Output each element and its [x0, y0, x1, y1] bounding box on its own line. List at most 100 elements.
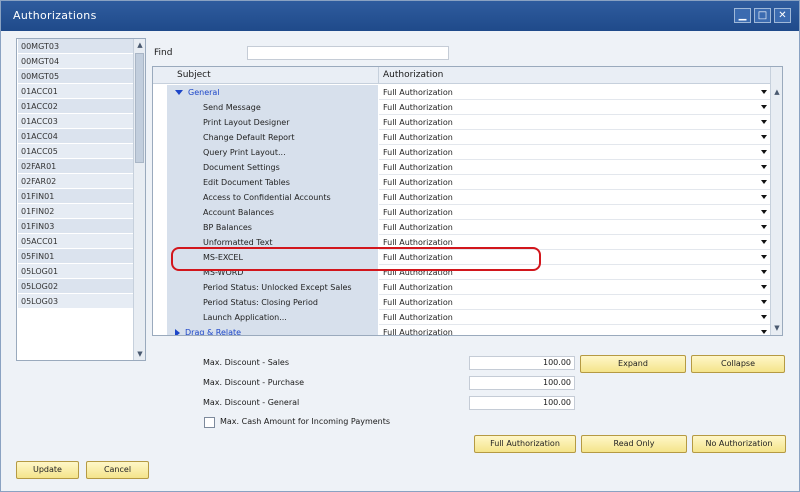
- user-list-item[interactable]: 02FAR01: [18, 159, 134, 174]
- scroll-down-icon[interactable]: ▼: [134, 348, 145, 360]
- max-cash-checkbox[interactable]: [204, 417, 215, 428]
- authorization-dropdown[interactable]: Full Authorization: [379, 325, 770, 336]
- user-list-item[interactable]: 05LOG03: [18, 294, 134, 309]
- authorization-value: Full Authorization: [383, 208, 453, 217]
- grid-row[interactable]: Launch Application... Full Authorization: [153, 310, 771, 325]
- subject-text: Query Print Layout...: [203, 148, 286, 157]
- grid-scrollbar[interactable]: ▲ ▼: [770, 67, 782, 335]
- user-list-item[interactable]: 01FIN01: [18, 189, 134, 204]
- dropdown-arrow-icon[interactable]: [761, 225, 767, 229]
- user-list-item[interactable]: 01ACC04: [18, 129, 134, 144]
- dropdown-arrow-icon[interactable]: [761, 255, 767, 259]
- user-list-item[interactable]: 00MGT04: [18, 54, 134, 69]
- dropdown-arrow-icon[interactable]: [761, 270, 767, 274]
- grid-row[interactable]: Account Balances Full Authorization: [153, 205, 771, 220]
- user-list-item[interactable]: 05LOG02: [18, 279, 134, 294]
- dropdown-arrow-icon[interactable]: [761, 240, 767, 244]
- dropdown-arrow-icon[interactable]: [761, 195, 767, 199]
- grid-row[interactable]: Query Print Layout... Full Authorization: [153, 145, 771, 160]
- update-button[interactable]: Update: [16, 461, 79, 479]
- dropdown-arrow-icon[interactable]: [761, 135, 767, 139]
- grid-row[interactable]: Period Status: Unlocked Except Sales Full…: [153, 280, 771, 295]
- user-list-item[interactable]: 01FIN03: [18, 219, 134, 234]
- user-list-item[interactable]: 00MGT03: [18, 39, 134, 54]
- grid-row[interactable]: Print Layout Designer Full Authorization: [153, 115, 771, 130]
- max-discount-general-field[interactable]: 100.00: [469, 396, 575, 410]
- authorization-value: Full Authorization: [383, 328, 453, 336]
- cancel-button[interactable]: Cancel: [86, 461, 149, 479]
- expand-button[interactable]: Expand: [580, 355, 686, 373]
- user-list-scrollbar[interactable]: ▲ ▼: [133, 39, 145, 360]
- authorization-dropdown[interactable]: Full Authorization: [379, 295, 770, 310]
- user-list[interactable]: 00MGT03 00MGT04 00MGT05 01ACC01 01ACC02 01ACC…: [16, 38, 146, 361]
- scroll-up-icon[interactable]: ▲: [134, 39, 145, 51]
- grid-row[interactable]: Period Status: Closing Period Full Author…: [153, 295, 771, 310]
- authorization-dropdown[interactable]: Full Authorization: [379, 145, 770, 160]
- authorization-dropdown[interactable]: Full Authorization: [379, 220, 770, 235]
- authorization-dropdown[interactable]: Full Authorization: [379, 160, 770, 175]
- full-authorization-button[interactable]: Full Authorization: [474, 435, 576, 453]
- scroll-thumb[interactable]: [135, 53, 144, 163]
- dropdown-arrow-icon[interactable]: [761, 165, 767, 169]
- authorization-dropdown[interactable]: Full Authorization: [379, 190, 770, 205]
- user-list-item[interactable]: 01ACC01: [18, 84, 134, 99]
- authorization-dropdown[interactable]: Full Authorization: [379, 310, 770, 325]
- grid-row[interactable]: Change Default Report Full Authorization: [153, 130, 771, 145]
- grid-row[interactable]: Access to Confidential Accounts Full Auth…: [153, 190, 771, 205]
- dropdown-arrow-icon[interactable]: [761, 105, 767, 109]
- dropdown-arrow-icon[interactable]: [761, 90, 767, 94]
- grid-scroll-down-icon[interactable]: ▼: [771, 321, 782, 335]
- user-list-item[interactable]: 01ACC05: [18, 144, 134, 159]
- user-list-item[interactable]: 00MGT05: [18, 69, 134, 84]
- close-icon[interactable]: ✕: [774, 8, 791, 23]
- grid-row[interactable]: General Full Authorization: [153, 85, 771, 100]
- subject-text: Send Message: [203, 103, 261, 112]
- user-list-item[interactable]: 02FAR02: [18, 174, 134, 189]
- grid-row[interactable]: Send Message Full Authorization: [153, 100, 771, 115]
- max-discount-purchase-field[interactable]: 100.00: [469, 376, 575, 390]
- dropdown-arrow-icon[interactable]: [761, 285, 767, 289]
- max-discount-sales-field[interactable]: 100.00: [469, 356, 575, 370]
- user-list-item[interactable]: 05ACC01: [18, 234, 134, 249]
- authorization-dropdown[interactable]: Full Authorization: [379, 130, 770, 145]
- grid-row[interactable]: Drag & Relate Full Authorization: [153, 325, 771, 336]
- dropdown-arrow-icon[interactable]: [761, 315, 767, 319]
- grid-row[interactable]: Edit Document Tables Full Authorization: [153, 175, 771, 190]
- no-authorization-button[interactable]: No Authorization: [692, 435, 786, 453]
- subject-cell: BP Balances: [167, 220, 378, 235]
- dropdown-arrow-icon[interactable]: [761, 300, 767, 304]
- max-discount-sales-label: Max. Discount - Sales: [203, 358, 290, 367]
- user-list-item[interactable]: 01FIN02: [18, 204, 134, 219]
- dropdown-arrow-icon[interactable]: [761, 180, 767, 184]
- authorization-dropdown[interactable]: Full Authorization: [379, 280, 770, 295]
- collapsed-triangle-icon[interactable]: [175, 328, 180, 335]
- user-list-item[interactable]: 01ACC02: [18, 99, 134, 114]
- dropdown-arrow-icon[interactable]: [761, 330, 767, 334]
- dropdown-arrow-icon[interactable]: [761, 210, 767, 214]
- authorization-column-header[interactable]: Authorization: [383, 70, 443, 80]
- window-title: Authorizations: [13, 9, 97, 22]
- expanded-triangle-icon[interactable]: [175, 90, 183, 95]
- dropdown-arrow-icon[interactable]: [761, 120, 767, 124]
- find-input[interactable]: [247, 46, 449, 60]
- dropdown-arrow-icon[interactable]: [761, 150, 767, 154]
- grid-scroll-up-icon[interactable]: ▲: [771, 85, 782, 99]
- user-list-item[interactable]: 05LOG01: [18, 264, 134, 279]
- subject-text: Access to Confidential Accounts: [203, 193, 331, 202]
- subject-text: Period Status: Closing Period: [203, 298, 318, 307]
- authorization-dropdown[interactable]: Full Authorization: [379, 115, 770, 130]
- user-list-item[interactable]: 01ACC03: [18, 114, 134, 129]
- maximize-icon[interactable]: □: [754, 8, 771, 23]
- authorization-dropdown[interactable]: Full Authorization: [379, 175, 770, 190]
- subject-column-header[interactable]: Subject: [177, 70, 211, 80]
- subject-cell: Print Layout Designer: [167, 115, 378, 130]
- collapse-button[interactable]: Collapse: [691, 355, 785, 373]
- user-list-item[interactable]: 05FIN01: [18, 249, 134, 264]
- authorization-dropdown[interactable]: Full Authorization: [379, 205, 770, 220]
- authorization-dropdown[interactable]: Full Authorization: [379, 100, 770, 115]
- grid-row[interactable]: Document Settings Full Authorization: [153, 160, 771, 175]
- authorization-dropdown[interactable]: Full Authorization: [379, 85, 770, 100]
- read-only-button[interactable]: Read Only: [581, 435, 687, 453]
- grid-row[interactable]: BP Balances Full Authorization: [153, 220, 771, 235]
- minimize-icon[interactable]: ▁: [734, 8, 751, 23]
